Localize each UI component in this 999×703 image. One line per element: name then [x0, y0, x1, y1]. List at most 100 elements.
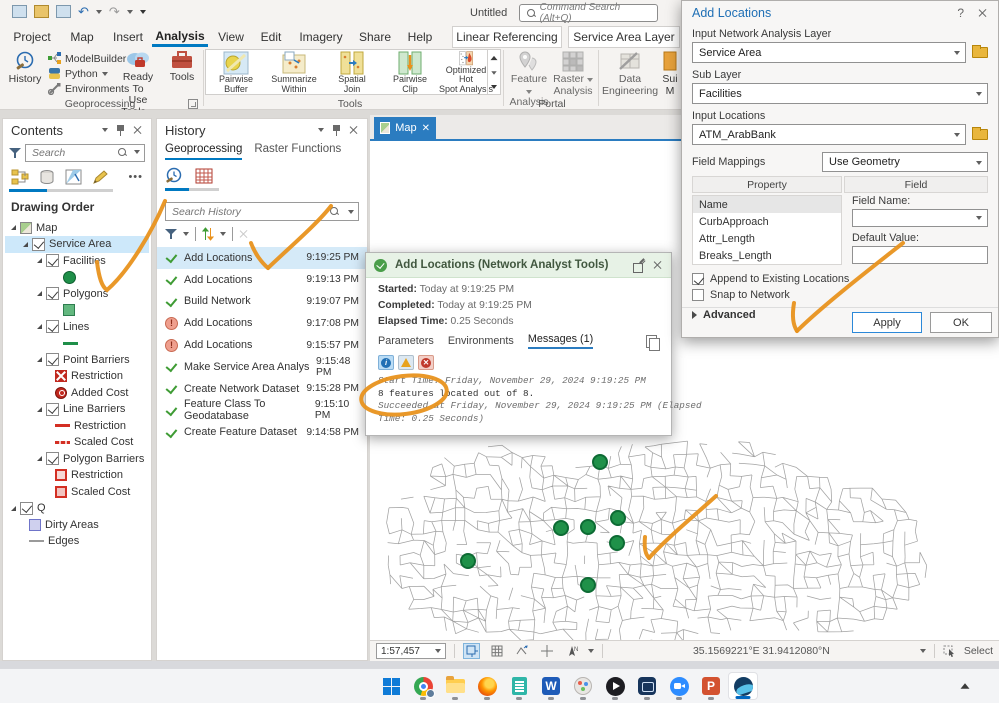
polygons-checkbox[interactable] — [46, 287, 59, 300]
taskbar-zoom[interactable] — [664, 672, 694, 700]
lines-symbol[interactable] — [63, 342, 78, 345]
map-scale-selector[interactable]: 1:57,457 — [376, 643, 446, 659]
crosshair-icon[interactable] — [538, 643, 555, 659]
taskbar-notepad[interactable] — [504, 672, 534, 700]
sort-dropdown-icon[interactable] — [220, 232, 226, 236]
gallery-scroll-down-icon[interactable] — [491, 71, 496, 75]
line-barriers-checkbox[interactable] — [46, 403, 59, 416]
dialog-help-icon[interactable]: ? — [957, 6, 964, 20]
tab-raster-functions[interactable]: Raster Functions — [254, 143, 341, 160]
history-item[interactable]: Add Locations9:19:13 PM — [157, 269, 367, 291]
geoprocessing-launcher-icon[interactable] — [188, 99, 198, 109]
tree-item-point-barriers[interactable]: Point Barriers — [5, 352, 149, 369]
error-filter-chip[interactable]: ✕ — [418, 355, 434, 370]
selection-icon[interactable] — [65, 169, 82, 185]
redo-icon[interactable]: ↷ — [109, 5, 120, 18]
modelbuilder-button[interactable]: ModelBuilder — [48, 52, 126, 65]
raster-analysis-button[interactable]: Raster Analysis — [552, 50, 594, 97]
history-item[interactable]: Create Network Dataset9:15:28 PM — [157, 378, 367, 400]
facility-point[interactable] — [553, 520, 569, 536]
history-item[interactable]: ! Add Locations9:15:57 PM — [157, 334, 367, 356]
python-button[interactable]: Python — [48, 67, 108, 80]
contents-filter-icon[interactable] — [9, 147, 21, 159]
data-engineering-button[interactable]: DataEngineering — [604, 50, 656, 97]
apply-button[interactable]: Apply — [852, 312, 922, 333]
editing-pencil-icon[interactable] — [92, 169, 108, 185]
history-item[interactable]: Create Feature Dataset9:14:58 PM — [157, 421, 367, 443]
contents-search-dropdown-icon[interactable] — [134, 150, 140, 154]
data-source-icon[interactable] — [39, 169, 55, 185]
tools-button[interactable]: Tools — [162, 50, 202, 84]
history-search-dropdown-icon[interactable] — [348, 210, 354, 214]
tab-analysis[interactable]: Analysis — [152, 27, 208, 47]
tab-geoprocessing[interactable]: Geoprocessing — [165, 143, 242, 160]
facility-point[interactable] — [592, 454, 608, 470]
spatial-join-button[interactable]: SpatialJoin — [324, 51, 380, 94]
statusbar-dropdown-icon[interactable] — [588, 649, 594, 653]
line-scaled-cost-row[interactable]: Scaled Cost — [5, 434, 149, 451]
suitability-modeler-button-partial[interactable]: SuiM — [658, 50, 682, 97]
sub-layer-select[interactable]: Facilities — [692, 83, 988, 104]
geoprocessing-history-icon[interactable] — [165, 167, 185, 185]
summarize-within-button[interactable]: SummarizeWithin — [266, 51, 322, 94]
history-collapse-icon[interactable] — [318, 128, 324, 132]
property-row-curbapproach[interactable]: CurbApproach — [693, 213, 841, 230]
optimized-hot-spot-button[interactable]: Optimized HotSpot Analysis — [438, 51, 494, 94]
contents-more-icon[interactable]: ••• — [128, 171, 143, 183]
undo-dropdown-icon[interactable] — [96, 10, 102, 14]
default-value-input[interactable] — [852, 246, 988, 264]
append-checkbox[interactable] — [692, 273, 704, 285]
popup-tab-messages[interactable]: Messages (1) — [528, 333, 593, 349]
facility-point[interactable] — [609, 535, 625, 551]
tree-item-polygons[interactable]: Polygons — [5, 286, 149, 303]
tree-item-map[interactable]: Map — [5, 220, 149, 237]
tree-item-q[interactable]: Q — [5, 500, 149, 517]
facilities-symbol[interactable] — [63, 271, 76, 284]
save-project-icon[interactable] — [12, 5, 27, 18]
taskbar-powerpoint[interactable]: P — [696, 672, 726, 700]
redo-dropdown-icon[interactable] — [127, 10, 133, 14]
warning-filter-chip[interactable] — [398, 355, 414, 370]
tab-map[interactable]: Map — [62, 27, 102, 47]
history-filter-icon[interactable] — [165, 228, 177, 240]
taskbar-paint[interactable] — [568, 672, 598, 700]
ok-button[interactable]: OK — [930, 312, 992, 333]
edges-row[interactable]: Edges — [5, 533, 149, 550]
history-pin-icon[interactable] — [332, 125, 341, 136]
tree-item-line-barriers[interactable]: Line Barriers — [5, 401, 149, 418]
undo-icon[interactable]: ↶ — [78, 5, 89, 18]
tab-imagery[interactable]: Imagery — [292, 27, 350, 47]
history-item[interactable]: Feature Class To Geodatabase9:15:10 PM — [157, 400, 367, 422]
new-project-icon[interactable] — [56, 5, 71, 18]
contents-collapse-icon[interactable] — [102, 128, 108, 132]
facility-point[interactable] — [610, 510, 626, 526]
taskbar-file-explorer[interactable] — [440, 672, 470, 700]
property-row-breaks-length[interactable]: Breaks_Length — [693, 247, 841, 264]
copy-messages-icon[interactable] — [646, 335, 659, 349]
taskbar-snipping-tool[interactable] — [632, 672, 662, 700]
tab-insert[interactable]: Insert — [106, 27, 150, 47]
grid-toggle-icon[interactable] — [488, 643, 505, 659]
q-checkbox[interactable] — [20, 502, 33, 515]
service-area-checkbox[interactable] — [32, 238, 45, 251]
polygon-barriers-checkbox[interactable] — [46, 452, 59, 465]
tab-help[interactable]: Help — [400, 27, 440, 47]
input-locations-select[interactable]: ATM_ArabBank — [692, 124, 966, 145]
pairwise-clip-button[interactable]: PairwiseClip — [382, 51, 438, 94]
popup-tab-environments[interactable]: Environments — [448, 335, 514, 349]
popup-close-icon[interactable] — [653, 260, 663, 270]
dirty-areas-row[interactable]: Dirty Areas — [5, 517, 149, 534]
pairwise-buffer-button[interactable]: PairwiseBuffer — [208, 51, 264, 94]
schedule-grid-icon[interactable] — [195, 167, 213, 185]
taskbar-windows-start[interactable] — [376, 672, 406, 700]
snap-checkbox[interactable] — [692, 289, 704, 301]
history-filter-dropdown-icon[interactable] — [183, 232, 189, 236]
taskbar-media-player[interactable] — [600, 672, 630, 700]
polygon-scaled-cost-row[interactable]: Scaled Cost — [5, 484, 149, 501]
coordinates-dropdown-icon[interactable] — [920, 649, 926, 653]
lines-checkbox[interactable] — [46, 320, 59, 333]
taskbar-chrome[interactable] — [408, 672, 438, 700]
polygons-symbol[interactable] — [63, 304, 75, 316]
polygon-restriction-row[interactable]: Restriction — [5, 467, 149, 484]
facilities-checkbox[interactable] — [46, 254, 59, 267]
